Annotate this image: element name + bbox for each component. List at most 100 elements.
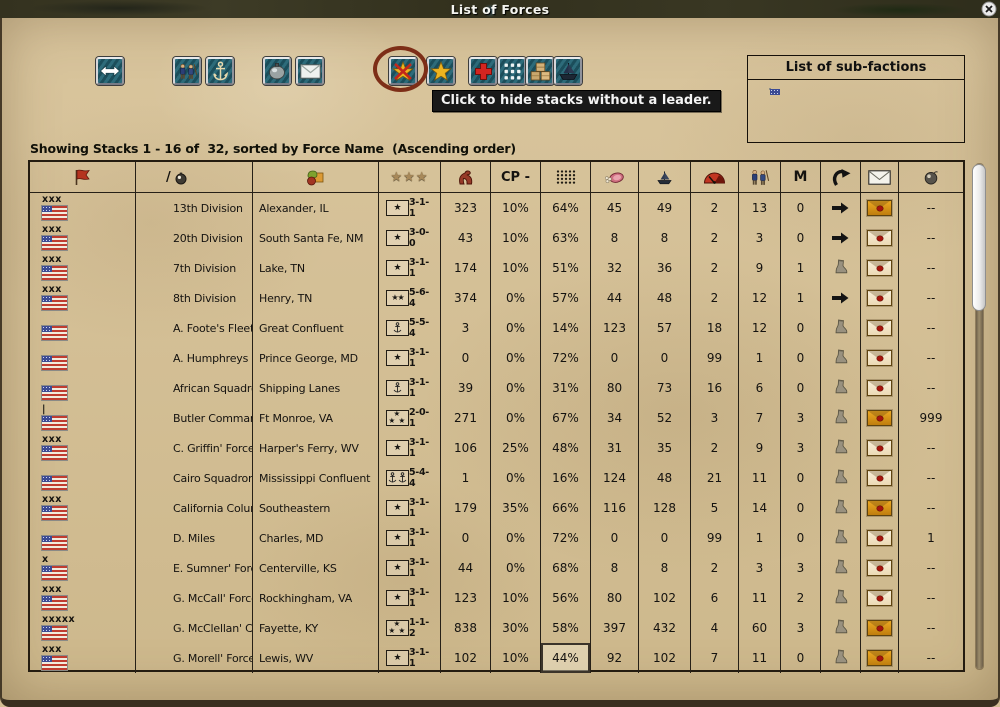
force-row[interactable]: xxx G. Morell' Force Lewis, WV ★ ★★ ★★★ xyxy=(30,643,963,673)
mail-cell[interactable] xyxy=(861,373,899,403)
force-row[interactable]: xxx 8th Division Henry, TN ★ ★★ ★★★ 5- xyxy=(30,283,963,313)
envelope-icon[interactable] xyxy=(867,650,892,666)
envelope-icon[interactable] xyxy=(867,380,892,396)
close-button[interactable] xyxy=(981,1,997,17)
power-cell: 3 xyxy=(441,313,491,343)
force-row[interactable]: xxx C. Griffin' Force Harper's Ferry, WV… xyxy=(30,433,963,463)
supply-cell: 80 xyxy=(591,583,639,613)
envelope-icon[interactable] xyxy=(867,590,892,606)
mail-cell[interactable] xyxy=(861,523,899,553)
location-cell: Alexander, IL xyxy=(253,193,379,223)
two-anchors-icon xyxy=(388,472,407,484)
column-header-rank[interactable]: ★★★ xyxy=(379,162,441,192)
mail-cell[interactable] xyxy=(861,193,899,223)
column-header-moves[interactable]: M xyxy=(781,162,821,192)
force-row[interactable]: Cairo Squadron Mississippi Confluent ★ ★… xyxy=(30,463,963,493)
mail-cell[interactable] xyxy=(861,493,899,523)
force-row[interactable]: A. Humphreys Prince George, MD ★ ★★ ★★★ … xyxy=(30,343,963,373)
force-row[interactable]: | Butler Command Ft Monroe, VA ★ ★★ ★★★ xyxy=(30,403,963,433)
force-row[interactable]: x E. Sumner' Force Centerville, KS ★ ★★ … xyxy=(30,553,963,583)
cp-cell: 0% xyxy=(491,313,541,343)
gold-star-button[interactable] xyxy=(427,57,455,85)
mail-cell[interactable] xyxy=(861,253,899,283)
mail-cell[interactable] xyxy=(861,583,899,613)
column-header-location[interactable] xyxy=(253,162,379,192)
column-header-flag[interactable] xyxy=(30,162,136,192)
cannonball-button[interactable] xyxy=(263,57,291,85)
column-header-power[interactable] xyxy=(441,162,491,192)
list-of-forces-window: List of Forces Click to hide stacks with… xyxy=(0,0,1000,707)
envelope-icon[interactable] xyxy=(867,320,892,336)
dot-grid-button[interactable] xyxy=(498,57,526,85)
mail-cell[interactable] xyxy=(861,313,899,343)
force-row[interactable]: D. Miles Charles, MD ★ ★★ ★★★ 3-1-1 0 0%… xyxy=(30,523,963,553)
envelope-icon[interactable] xyxy=(867,200,892,216)
column-header-supply[interactable] xyxy=(591,162,639,192)
mail-cell[interactable] xyxy=(861,613,899,643)
flag-cell: xxx xyxy=(30,223,136,253)
mail-cell[interactable] xyxy=(861,643,899,673)
three-stars-triangle-icon: ★ ★ ★ xyxy=(388,409,406,425)
cp-label: CP - xyxy=(501,169,530,185)
envelope-icon[interactable] xyxy=(867,260,892,276)
ammo-cell: 102 xyxy=(639,583,691,613)
envelope-icon[interactable] xyxy=(867,290,892,306)
force-row[interactable]: xxx 20th Division South Santa Fe, NM ★ ★… xyxy=(30,223,963,253)
speed-cell: 3 xyxy=(691,403,739,433)
envelope-icon[interactable] xyxy=(867,500,892,516)
scrollbar-thumb[interactable] xyxy=(972,164,986,311)
force-row[interactable]: xxx G. McCall' Force Rockhingham, VA ★ ★… xyxy=(30,583,963,613)
mail-cell[interactable] xyxy=(861,283,899,313)
star-crossed-button[interactable] xyxy=(389,57,417,85)
us-flag-icon xyxy=(42,446,67,460)
envelope-icon[interactable] xyxy=(867,410,892,426)
envelope-icon[interactable] xyxy=(867,470,892,486)
column-header-posture[interactable] xyxy=(821,162,861,192)
red-cross-button[interactable] xyxy=(469,57,497,85)
mail-cell[interactable] xyxy=(861,463,899,493)
force-row[interactable]: xxxxx G. McClellan' Command Fayette, KY … xyxy=(30,613,963,643)
envelope-icon[interactable] xyxy=(867,440,892,456)
column-header-name[interactable]: / xyxy=(136,162,253,192)
envelope-icon[interactable] xyxy=(867,620,892,636)
double-arrow-button[interactable] xyxy=(96,57,124,85)
force-row[interactable]: xxx 7th Division Lake, TN ★ ★★ ★★★ 3-1 xyxy=(30,253,963,283)
force-row[interactable]: A. Foote's Fleet Great Confluent ★ ★★ ★★… xyxy=(30,313,963,343)
men-cell: 11 xyxy=(739,583,781,613)
column-header-speed[interactable] xyxy=(691,162,739,192)
men-cell: 6 xyxy=(739,373,781,403)
column-header-ammo[interactable] xyxy=(639,162,691,192)
column-header-cohesion[interactable] xyxy=(541,162,591,192)
mail-cell[interactable] xyxy=(861,433,899,463)
column-header-detection[interactable] xyxy=(899,162,963,192)
ammo-cell: 0 xyxy=(639,523,691,553)
force-row[interactable]: xxx 13th Division Alexander, IL ★ ★★ ★★★ xyxy=(30,193,963,223)
column-header-men[interactable] xyxy=(739,162,781,192)
men-cell: 13 xyxy=(739,193,781,223)
mail-cell[interactable] xyxy=(861,553,899,583)
rank-badge: ★ ★★ ★★★ xyxy=(386,230,409,246)
soldiers-button[interactable] xyxy=(173,57,201,85)
envelope-icon[interactable] xyxy=(867,350,892,366)
column-header-mail[interactable] xyxy=(861,162,899,192)
envelope-icon[interactable] xyxy=(867,530,892,546)
rank-rating: 3-1-1 xyxy=(409,347,429,369)
posture-cell xyxy=(821,403,861,433)
force-row[interactable]: xxx California Column Southeastern ★ ★★ … xyxy=(30,493,963,523)
mail-cell[interactable] xyxy=(861,223,899,253)
envelope-icon[interactable] xyxy=(867,560,892,576)
mail-cell[interactable] xyxy=(861,343,899,373)
anchor-button[interactable] xyxy=(206,57,234,85)
crates-button[interactable] xyxy=(526,57,554,85)
scrollbar[interactable] xyxy=(971,162,988,673)
ship-button[interactable] xyxy=(554,57,582,85)
men-cell: 11 xyxy=(739,643,781,673)
force-row[interactable]: African Squadron Shipping Lanes ★ ★★ ★★★… xyxy=(30,373,963,403)
flag-cell xyxy=(30,463,136,493)
envelope-button[interactable] xyxy=(296,57,324,85)
mail-cell[interactable] xyxy=(861,403,899,433)
power-cell: 102 xyxy=(441,643,491,673)
rank-cell: ★ ★★ ★★★ 3-1-1 xyxy=(379,373,441,403)
envelope-icon[interactable] xyxy=(867,230,892,246)
column-header-cp[interactable]: CP - xyxy=(491,162,541,192)
